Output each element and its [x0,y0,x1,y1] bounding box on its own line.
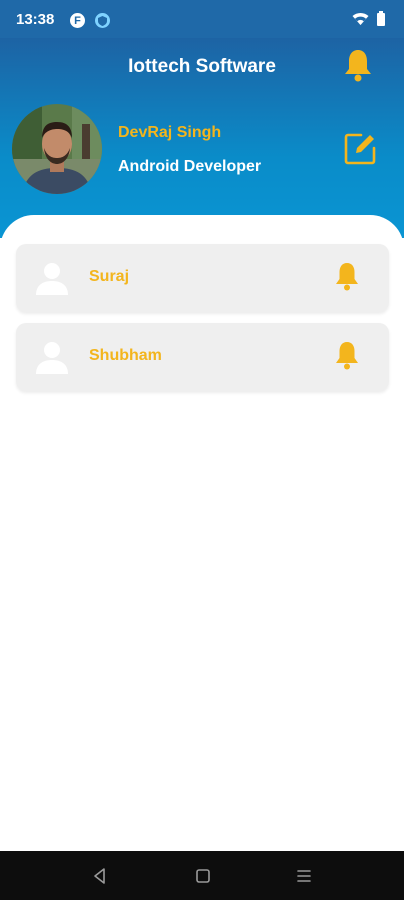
status-time: 13:38 [16,11,55,28]
recents-icon[interactable] [295,867,313,885]
contact-card-shubham[interactable]: Shubham [16,323,389,391]
wifi-icon [352,12,369,25]
profile-photo [12,104,102,194]
bell-icon[interactable] [334,340,360,370]
contact-name: Shubham [89,347,162,364]
contact-list: Suraj Shubham [0,215,404,851]
notification-app-icon: F [70,13,85,28]
system-nav-bar [0,851,404,900]
edit-icon [344,133,376,165]
person-icon [36,342,68,374]
header-bell-button[interactable] [343,48,373,82]
contact-name: Suraj [89,268,130,285]
contact-card-suraj[interactable]: Suraj [16,244,389,312]
status-bar: 13:38 F [0,0,404,38]
profile-name: DevRaj Singh [118,124,222,141]
vpn-shield-icon [95,13,110,28]
battery-icon [377,11,385,26]
profile-role: Android Developer [118,158,262,175]
edit-profile-button[interactable] [342,131,378,167]
profile-avatar[interactable] [12,104,102,194]
bell-icon [345,50,371,82]
app-header: Iottech Software DevRaj Singh Android De… [0,38,404,238]
person-icon [36,263,68,295]
home-icon[interactable] [194,867,212,885]
bell-icon[interactable] [334,261,360,291]
back-icon[interactable] [91,867,109,885]
